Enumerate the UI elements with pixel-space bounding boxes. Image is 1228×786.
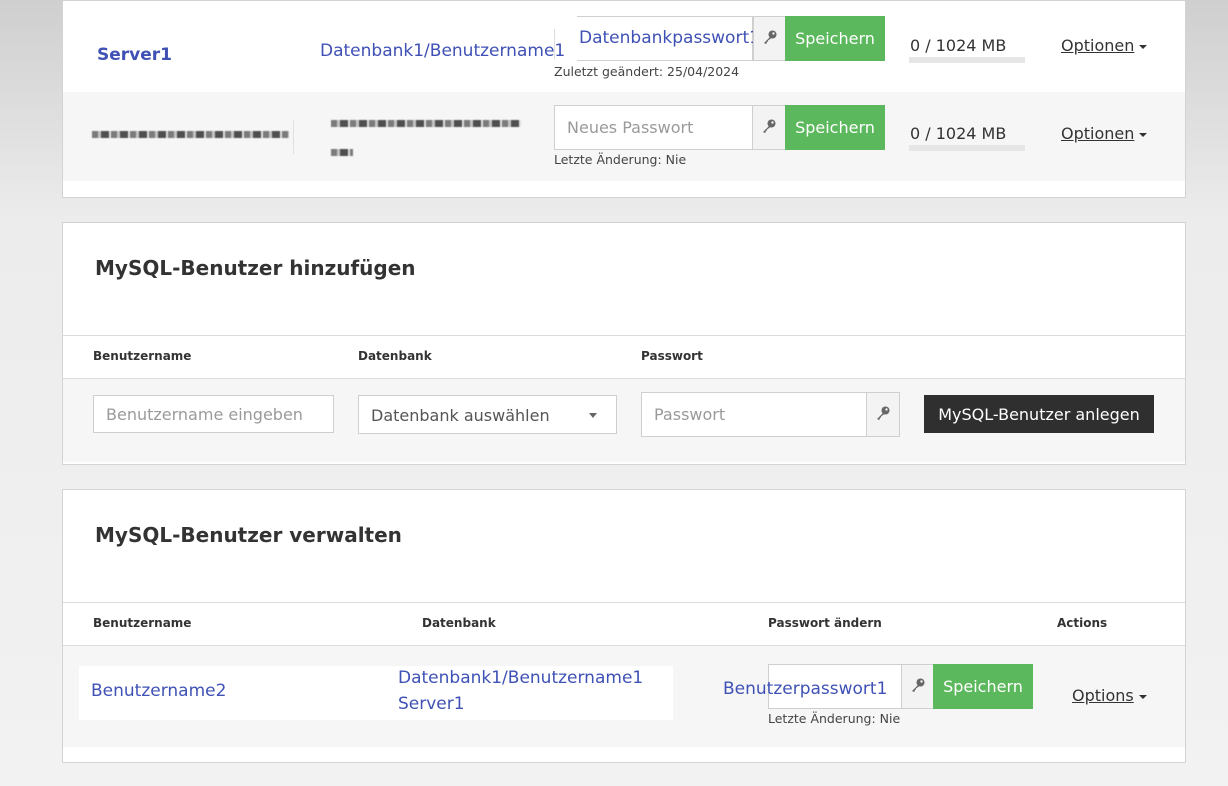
database-value: Datenbank1/Benutzername1 xyxy=(398,668,644,688)
server-name: Server1 xyxy=(97,45,172,65)
database-name-redacted xyxy=(331,149,353,156)
usage-bar xyxy=(909,145,1025,151)
password-input[interactable]: Datenbankpasswort1 xyxy=(577,16,760,61)
column-header-actions: Actions xyxy=(1057,616,1108,630)
server-value: Server1 xyxy=(398,694,465,714)
key-icon xyxy=(761,118,777,138)
chevron-down-icon xyxy=(589,413,597,418)
database-row: Neues Passwort Speichern Letzte Änderung… xyxy=(63,92,1185,181)
usage-text: 0 / 1024 MB xyxy=(910,124,1007,143)
column-header-password: Passwort xyxy=(641,349,703,363)
password-input[interactable]: Passwort xyxy=(641,392,867,437)
database-select[interactable]: Datenbank auswählen xyxy=(358,395,617,434)
add-user-card: MySQL-Benutzer hinzufügen Benutzername D… xyxy=(62,222,1186,465)
column-header-username: Benutzername xyxy=(93,349,192,363)
username-input[interactable]: Benutzername eingeben xyxy=(93,395,334,433)
save-button[interactable]: Speichern xyxy=(933,664,1033,709)
generate-password-button[interactable] xyxy=(901,664,935,709)
options-label: Options xyxy=(1072,686,1134,705)
manage-users-card: MySQL-Benutzer verwalten Benutzername Da… xyxy=(62,489,1186,763)
usage-bar xyxy=(909,57,1025,63)
options-dropdown[interactable]: Optionen xyxy=(1061,124,1148,143)
column-header-database: Datenbank xyxy=(422,616,496,630)
usage-text: 0 / 1024 MB xyxy=(910,36,1007,55)
username-value: Benutzername2 xyxy=(91,681,227,701)
column-divider xyxy=(554,29,555,59)
column-divider xyxy=(293,120,294,154)
options-dropdown[interactable]: Optionen xyxy=(1061,36,1148,55)
key-icon xyxy=(910,677,926,697)
username-placeholder: Benutzername eingeben xyxy=(106,405,303,424)
caret-down-icon xyxy=(1139,132,1148,137)
form-row: Benutzername eingeben Datenbank auswähle… xyxy=(63,378,1185,462)
password-placeholder: Neues Passwort xyxy=(567,118,694,137)
key-icon xyxy=(875,405,891,425)
password-change-note: Zuletzt geändert: 25/04/2024 xyxy=(554,64,740,79)
save-button[interactable]: Speichern xyxy=(785,16,885,61)
table-row: Benutzername2 Datenbank1/Benutzername1 S… xyxy=(63,645,1185,747)
database-name: Datenbank1/Benutzername1 xyxy=(320,41,566,61)
save-button[interactable]: Speichern xyxy=(785,105,885,150)
generate-password-button[interactable] xyxy=(752,105,786,150)
generate-password-button[interactable] xyxy=(753,16,787,61)
column-header-change-password: Passwort ändern xyxy=(768,616,882,630)
manage-users-title: MySQL-Benutzer verwalten xyxy=(95,523,402,547)
database-select-value: Datenbank auswählen xyxy=(371,406,550,425)
database-row: Server1 Datenbank1/Benutzername1 Datenba… xyxy=(63,0,1185,94)
divider xyxy=(63,602,1185,603)
add-user-title: MySQL-Benutzer hinzufügen xyxy=(95,256,416,280)
divider xyxy=(63,335,1185,336)
generate-password-button[interactable] xyxy=(866,392,900,437)
caret-down-icon xyxy=(1139,44,1148,49)
caret-down-icon xyxy=(1138,694,1147,699)
options-dropdown[interactable]: Options xyxy=(1072,686,1147,705)
database-name-redacted xyxy=(331,120,521,127)
password-change-note: Letzte Änderung: Nie xyxy=(768,711,901,726)
server-name-redacted xyxy=(92,131,289,138)
key-icon xyxy=(762,29,778,49)
password-value: Benutzerpasswort1 xyxy=(723,679,888,699)
options-label: Optionen xyxy=(1061,124,1135,143)
password-value: Datenbankpasswort1 xyxy=(579,28,760,48)
password-placeholder: Passwort xyxy=(654,405,726,424)
column-header-username: Benutzername xyxy=(93,616,192,630)
password-change-note: Letzte Änderung: Nie xyxy=(554,152,687,167)
options-label: Optionen xyxy=(1061,36,1135,55)
create-user-button[interactable]: MySQL-Benutzer anlegen xyxy=(924,395,1154,433)
databases-card: Server1 Datenbank1/Benutzername1 Datenba… xyxy=(62,0,1186,198)
column-header-database: Datenbank xyxy=(358,349,432,363)
password-input[interactable]: Neues Passwort xyxy=(554,105,753,150)
